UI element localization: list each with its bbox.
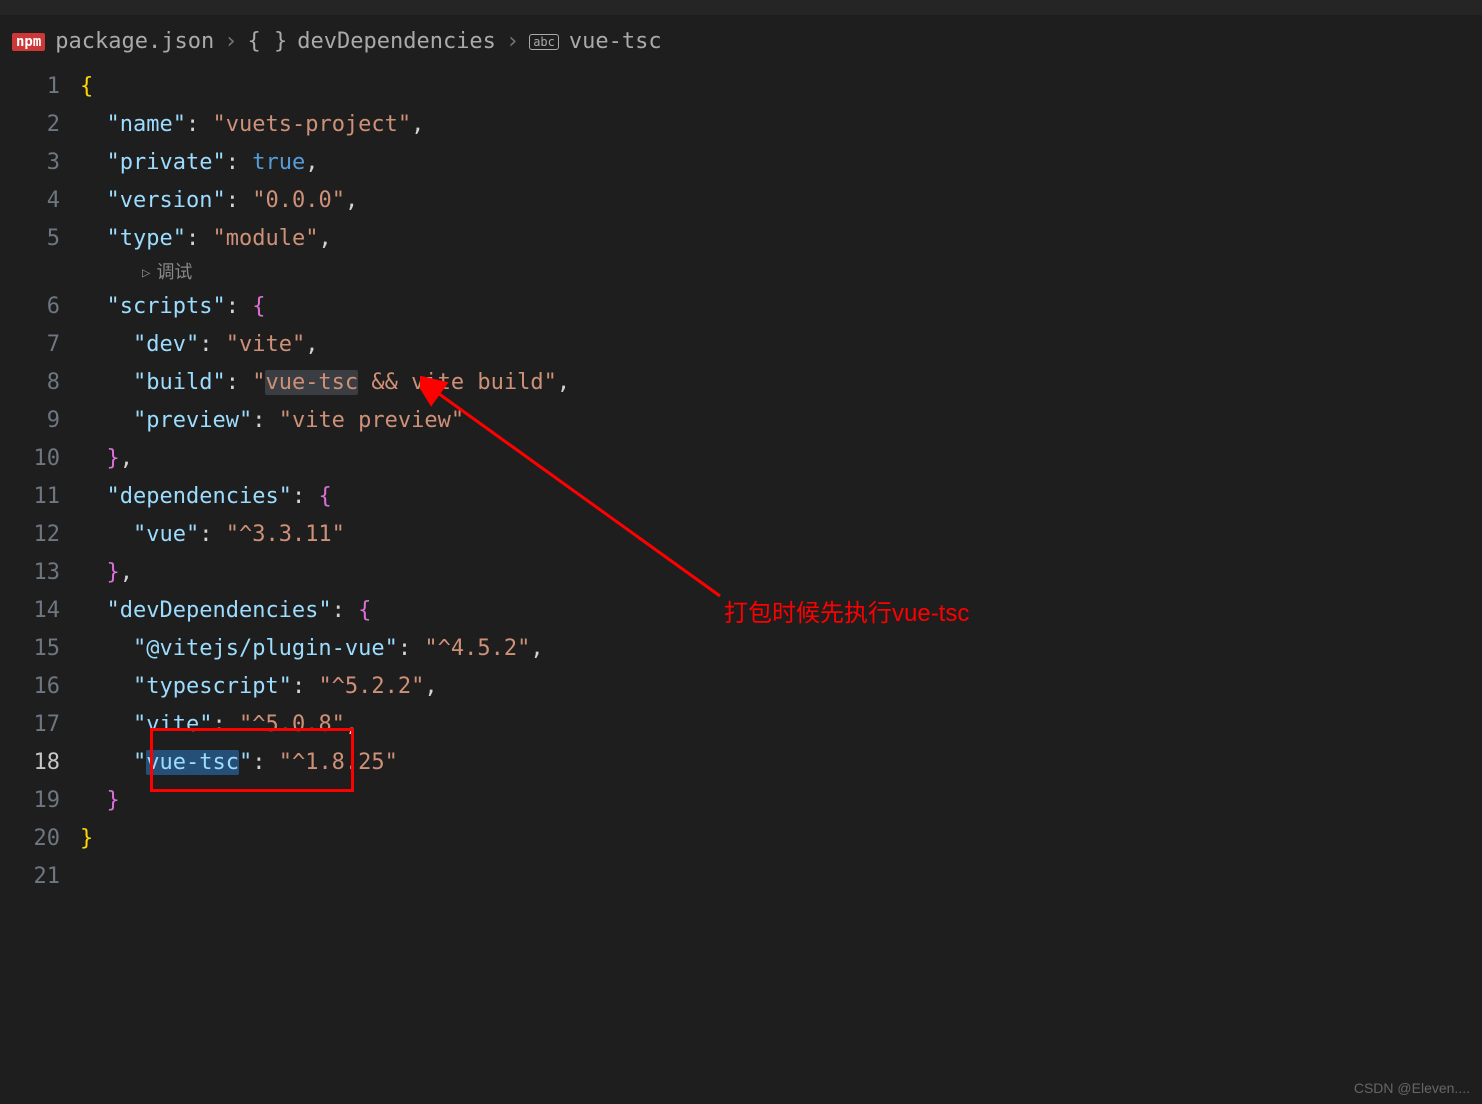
breadcrumb[interactable]: npm package.json › { } devDependencies ›… — [0, 15, 1482, 68]
annotation-label: 打包时候先执行vue-tsc — [724, 593, 969, 628]
chevron-right-icon: › — [506, 29, 519, 54]
breadcrumb-file[interactable]: package.json — [55, 29, 214, 54]
string-icon: abc — [529, 34, 559, 50]
occurrence-highlight: vue-tsc — [265, 370, 358, 395]
line-gutter: 1 2 3 4 5 6 7 8 9 10 11 12 13 14 15 16 1… — [0, 68, 80, 896]
chevron-right-icon: › — [224, 29, 237, 54]
selection-highlight: vue-tsc — [146, 750, 239, 775]
breadcrumb-item[interactable]: vue-tsc — [569, 29, 662, 54]
play-icon: ▷ — [142, 258, 150, 288]
tab-bar — [0, 0, 1482, 15]
code-content[interactable]: { "name": "vuets-project", "private": tr… — [80, 68, 1482, 896]
npm-icon: npm — [12, 33, 45, 51]
codelens-debug[interactable]: ▷调试 — [80, 258, 1482, 288]
watermark: CSDN @Eleven.... — [1354, 1080, 1470, 1096]
braces-icon: { } — [248, 29, 288, 54]
breadcrumb-section[interactable]: devDependencies — [297, 29, 496, 54]
code-editor[interactable]: 1 2 3 4 5 6 7 8 9 10 11 12 13 14 15 16 1… — [0, 68, 1482, 896]
